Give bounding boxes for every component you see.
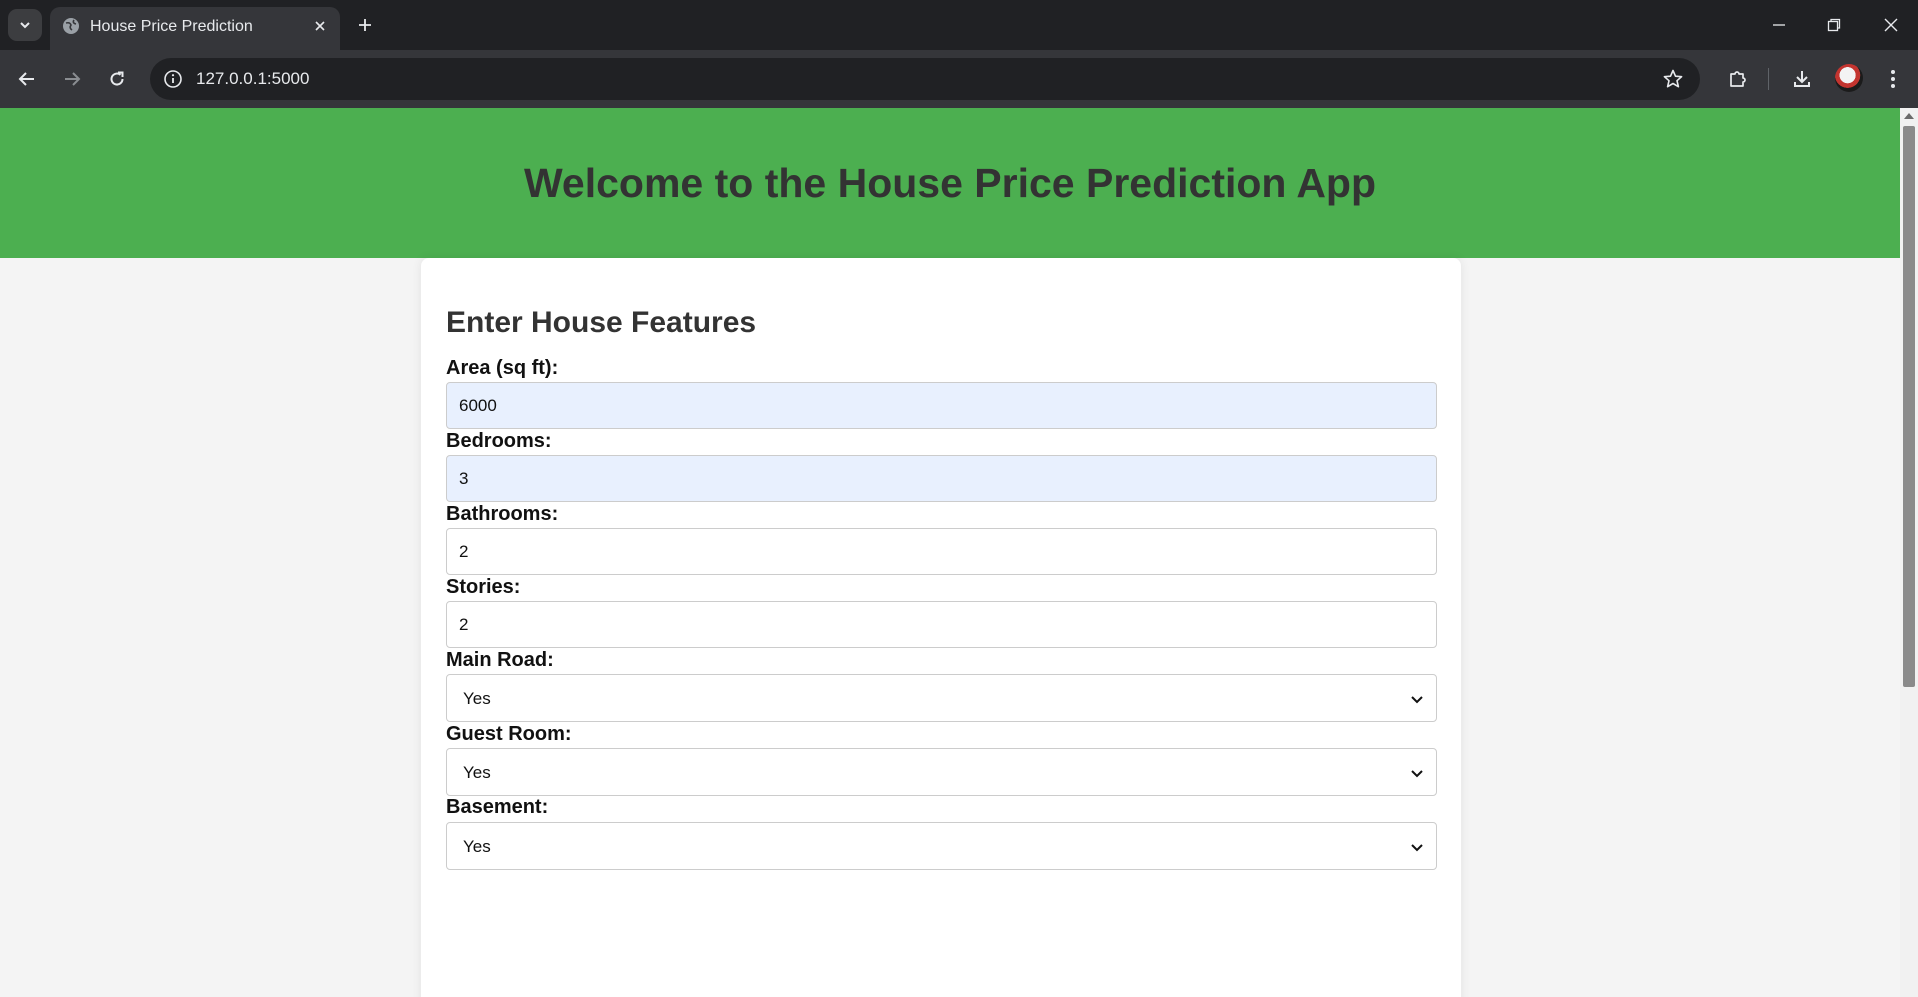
bathrooms-input[interactable]: 2 bbox=[446, 528, 1437, 575]
toolbar-divider bbox=[1768, 68, 1769, 90]
downloads-button[interactable] bbox=[1789, 66, 1815, 92]
restore-icon bbox=[1827, 18, 1841, 32]
stories-input[interactable]: 2 bbox=[446, 601, 1437, 648]
browser-menu-button[interactable] bbox=[1880, 66, 1906, 92]
page-header: Welcome to the House Price Prediction Ap… bbox=[0, 108, 1900, 258]
globe-icon bbox=[63, 18, 79, 34]
url-text: 127.0.0.1:5000 bbox=[196, 69, 310, 88]
browser-tab[interactable]: House Price Prediction bbox=[50, 7, 340, 50]
area-label: Area (sq ft): bbox=[446, 357, 559, 379]
tab-title: House Price Prediction bbox=[90, 18, 253, 35]
guest-room-select[interactable]: Yes bbox=[446, 748, 1437, 796]
chevron-down-icon bbox=[1411, 696, 1423, 704]
basement-select[interactable]: Yes bbox=[446, 822, 1437, 870]
close-tab-button[interactable] bbox=[310, 16, 330, 36]
chevron-down-icon bbox=[20, 22, 30, 29]
scrollbar-thumb[interactable] bbox=[1903, 126, 1915, 687]
chevron-down-icon bbox=[1411, 844, 1423, 852]
bathrooms-label: Bathrooms: bbox=[446, 503, 559, 525]
stories-label: Stories: bbox=[446, 576, 521, 598]
guest-room-value: Yes bbox=[463, 763, 491, 782]
scroll-up-arrow-icon[interactable] bbox=[1904, 113, 1914, 119]
download-icon bbox=[1794, 71, 1810, 87]
page-scrollbar[interactable] bbox=[1900, 108, 1918, 997]
forward-button[interactable] bbox=[59, 66, 85, 92]
browser-toolbar: 127.0.0.1:5000 bbox=[0, 50, 1918, 108]
basement-label: Basement: bbox=[446, 796, 549, 818]
extensions-button[interactable] bbox=[1725, 66, 1751, 92]
more-vertical-icon bbox=[1891, 70, 1895, 88]
main-road-label: Main Road: bbox=[446, 649, 554, 671]
reload-icon bbox=[110, 71, 124, 86]
address-bar[interactable]: 127.0.0.1:5000 bbox=[150, 58, 1700, 100]
main-road-value: Yes bbox=[463, 689, 491, 708]
plus-icon bbox=[359, 19, 371, 31]
browser-tabstrip: House Price Prediction bbox=[0, 0, 1918, 50]
star-icon[interactable] bbox=[1662, 68, 1684, 90]
bedrooms-label: Bedrooms: bbox=[446, 430, 552, 452]
arrow-left-icon bbox=[18, 72, 34, 86]
profile-avatar[interactable] bbox=[1835, 64, 1863, 92]
site-info-icon[interactable] bbox=[162, 68, 184, 90]
page-viewport: Welcome to the House Price Prediction Ap… bbox=[0, 108, 1900, 997]
page-title: Welcome to the House Price Prediction Ap… bbox=[523, 159, 1377, 206]
puzzle-icon bbox=[1730, 71, 1746, 87]
minimize-icon bbox=[1773, 24, 1785, 26]
basement-value: Yes bbox=[463, 837, 491, 856]
guest-room-label: Guest Room: bbox=[446, 723, 572, 745]
close-icon bbox=[315, 21, 325, 31]
area-input[interactable]: 6000 bbox=[446, 382, 1437, 429]
back-button[interactable] bbox=[14, 66, 40, 92]
main-road-select[interactable]: Yes bbox=[446, 674, 1437, 722]
tab-search-button[interactable] bbox=[8, 9, 42, 41]
arrow-right-icon bbox=[65, 72, 81, 86]
reload-button[interactable] bbox=[104, 66, 130, 92]
close-window-button[interactable] bbox=[1878, 12, 1904, 38]
close-icon bbox=[1884, 18, 1898, 32]
bedrooms-input[interactable]: 3 bbox=[446, 455, 1437, 502]
chevron-down-icon bbox=[1411, 770, 1423, 778]
minimize-button[interactable] bbox=[1766, 12, 1792, 38]
new-tab-button[interactable] bbox=[352, 12, 378, 38]
restore-button[interactable] bbox=[1821, 12, 1847, 38]
form-title: Enter House Features bbox=[446, 306, 757, 339]
prediction-form: Enter House Features Area (sq ft): 6000 … bbox=[421, 258, 1461, 997]
